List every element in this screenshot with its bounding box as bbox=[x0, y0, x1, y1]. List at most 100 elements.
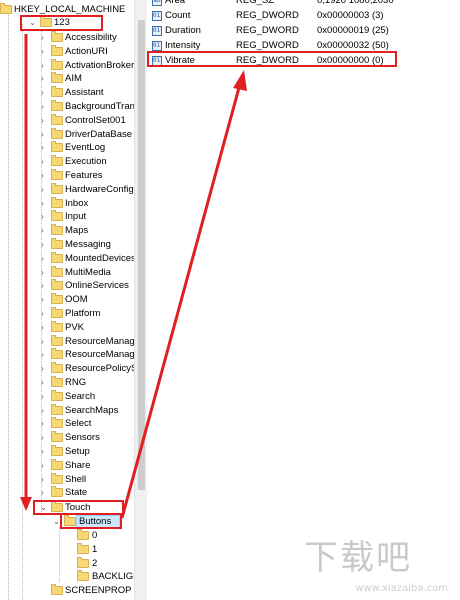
chevron-right-icon[interactable]: › bbox=[38, 72, 47, 85]
folder-icon bbox=[51, 155, 63, 166]
folder-icon bbox=[51, 321, 63, 332]
folder-icon bbox=[51, 390, 63, 401]
watermark-url: www.xiazaiba.com bbox=[355, 583, 448, 594]
registry-values-pane[interactable]: abAreaREG_SZ0,1920 1080,2030011CountREG_… bbox=[147, 0, 460, 600]
folder-icon bbox=[51, 210, 63, 221]
chevron-right-icon[interactable]: › bbox=[38, 224, 47, 237]
chevron-right-icon[interactable]: › bbox=[38, 390, 47, 403]
folder-icon bbox=[51, 169, 63, 180]
folder-icon bbox=[51, 473, 63, 484]
chevron-right-icon[interactable]: › bbox=[38, 376, 47, 389]
folder-icon bbox=[51, 307, 63, 318]
chevron-right-icon[interactable]: › bbox=[38, 31, 47, 44]
dword-value-icon: 011 bbox=[152, 11, 162, 21]
watermark-logo: 下载吧 bbox=[304, 538, 412, 578]
value-row-count[interactable]: 011Count REG_DWORD 0x00000003 (3) bbox=[147, 9, 460, 23]
chevron-right-icon[interactable]: › bbox=[38, 266, 47, 279]
chevron-right-icon[interactable]: › bbox=[38, 141, 47, 154]
chevron-right-icon[interactable]: › bbox=[38, 59, 47, 72]
chevron-right-icon[interactable]: › bbox=[38, 183, 47, 196]
folder-icon bbox=[51, 293, 63, 304]
chevron-right-icon[interactable]: › bbox=[38, 321, 47, 334]
chevron-right-icon[interactable]: › bbox=[38, 128, 47, 141]
chevron-right-icon[interactable]: › bbox=[38, 404, 47, 417]
folder-icon bbox=[51, 100, 63, 111]
chevron-right-icon[interactable]: › bbox=[38, 169, 47, 182]
folder-icon bbox=[51, 584, 63, 595]
tree-node-label: Setup bbox=[65, 446, 90, 457]
chevron-right-icon[interactable]: › bbox=[38, 335, 47, 348]
folder-icon bbox=[51, 45, 63, 56]
folder-icon bbox=[51, 279, 63, 290]
scrollbar-thumb[interactable] bbox=[138, 20, 145, 490]
chevron-right-icon[interactable]: › bbox=[38, 473, 47, 486]
chevron-right-icon[interactable]: › bbox=[38, 417, 47, 430]
tree-node-label: BACKLIGH bbox=[92, 571, 134, 582]
chevron-right-icon[interactable]: › bbox=[38, 293, 47, 306]
value-row-area[interactable]: ab Area REG_SZ 0,1920 1080,2030 bbox=[147, 0, 460, 8]
folder-icon bbox=[77, 570, 89, 581]
tree-node-label: HardwareConfig bbox=[65, 184, 134, 195]
value-type: REG_SZ bbox=[236, 0, 275, 6]
chevron-right-icon[interactable]: › bbox=[38, 431, 47, 444]
chevron-right-icon[interactable]: › bbox=[38, 459, 47, 472]
tree-node-label: ResourceManag bbox=[65, 336, 134, 347]
folder-icon bbox=[51, 238, 63, 249]
tree-node-label: DriverDataBase bbox=[65, 129, 133, 140]
chevron-right-icon[interactable]: › bbox=[38, 486, 47, 499]
chevron-right-icon[interactable]: › bbox=[38, 307, 47, 320]
folder-icon bbox=[51, 72, 63, 83]
tree-node-label: Features bbox=[65, 170, 103, 181]
chevron-right-icon[interactable]: › bbox=[38, 155, 47, 168]
folder-icon bbox=[51, 224, 63, 235]
tree-node-label: AIM bbox=[65, 73, 82, 84]
tree-node-label: Shell bbox=[65, 474, 87, 485]
tree-node-label: PVK bbox=[65, 322, 85, 333]
value-row-duration[interactable]: 011Duration REG_DWORD 0x00000019 (25) bbox=[147, 24, 460, 38]
watermark: 下载吧 www.xiazaiba.com bbox=[304, 530, 452, 594]
chevron-right-icon[interactable]: › bbox=[38, 348, 47, 361]
chevron-right-icon[interactable]: › bbox=[38, 210, 47, 223]
chevron-right-icon[interactable]: › bbox=[38, 252, 47, 265]
tree-node-label: ResourcePolicyS bbox=[65, 363, 134, 374]
tree-node-label: Maps bbox=[65, 225, 89, 236]
folder-icon bbox=[51, 114, 63, 125]
tree-node-label: Sensors bbox=[65, 432, 100, 443]
chevron-right-icon[interactable]: › bbox=[38, 238, 47, 251]
folder-icon bbox=[51, 376, 63, 387]
chevron-right-icon[interactable]: › bbox=[38, 197, 47, 210]
value-name: Duration bbox=[165, 25, 201, 36]
folder-icon bbox=[0, 3, 12, 14]
folder-icon bbox=[51, 404, 63, 415]
tree-node-label: BackgroundTran bbox=[65, 101, 134, 112]
tree-node-label: EventLog bbox=[65, 142, 106, 153]
tree-node-label: OOM bbox=[65, 294, 88, 305]
folder-icon bbox=[77, 529, 89, 540]
folder-icon bbox=[51, 59, 63, 70]
folder-icon bbox=[51, 431, 63, 442]
folder-icon bbox=[77, 543, 89, 554]
tree-node-label: MountedDevices bbox=[65, 253, 134, 264]
tree-node-label: Select bbox=[65, 418, 92, 429]
chevron-right-icon[interactable]: › bbox=[38, 362, 47, 375]
tree-node-label: 1 bbox=[92, 544, 98, 555]
chevron-right-icon[interactable]: › bbox=[38, 114, 47, 127]
folder-icon bbox=[51, 459, 63, 470]
chevron-right-icon[interactable]: › bbox=[38, 86, 47, 99]
tree-scrollbar[interactable] bbox=[134, 0, 147, 600]
chevron-right-icon[interactable]: › bbox=[38, 45, 47, 58]
value-name: Area bbox=[165, 0, 186, 6]
chevron-right-icon[interactable]: › bbox=[38, 279, 47, 292]
value-data: 0x00000003 (3) bbox=[317, 10, 384, 21]
value-data: 0x00000019 (25) bbox=[317, 25, 389, 36]
folder-icon bbox=[51, 445, 63, 456]
folder-icon bbox=[51, 417, 63, 428]
tree-node-label: Input bbox=[65, 211, 87, 222]
folder-icon bbox=[51, 362, 63, 373]
highlight-box-vibrate bbox=[147, 51, 397, 67]
folder-icon bbox=[51, 141, 63, 152]
chevron-right-icon[interactable]: › bbox=[38, 100, 47, 113]
folder-icon bbox=[51, 348, 63, 359]
chevron-right-icon[interactable]: › bbox=[38, 445, 47, 458]
tree-node-label: State bbox=[65, 487, 88, 498]
